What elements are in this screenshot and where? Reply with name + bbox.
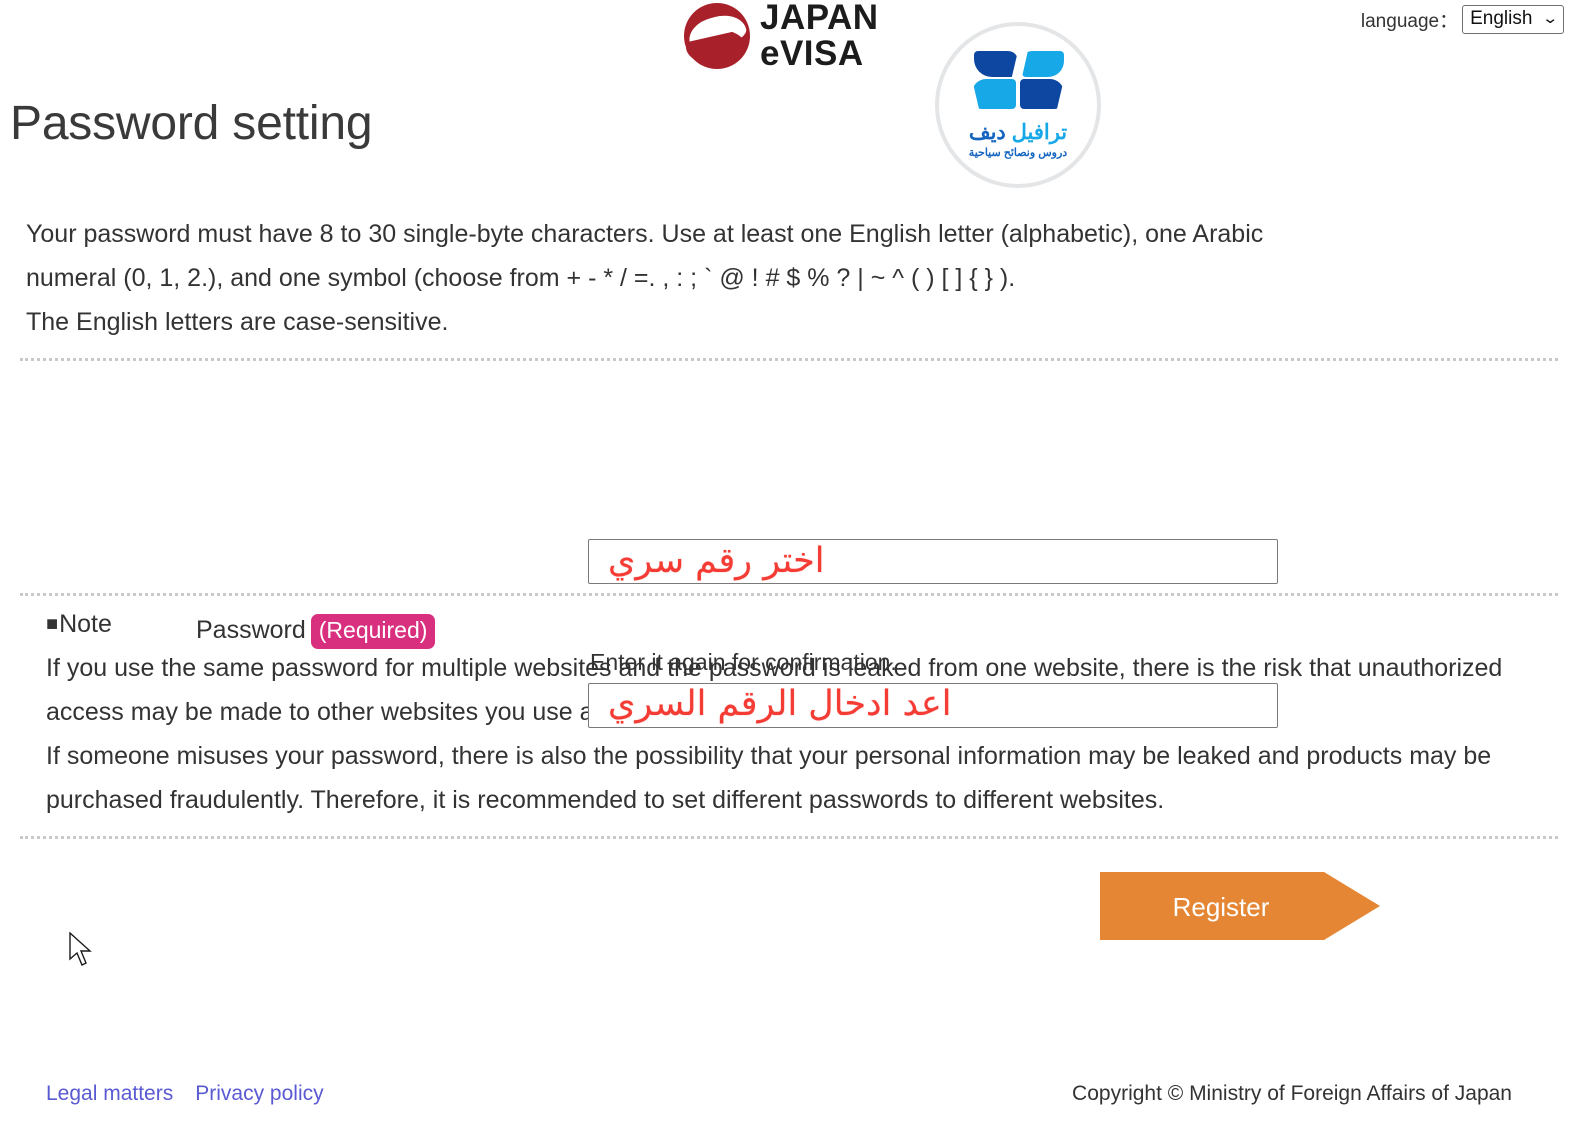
password-input[interactable] xyxy=(588,539,1278,584)
page-title: Password setting xyxy=(10,97,373,150)
language-select[interactable]: English ⌄ xyxy=(1462,5,1564,34)
watermark-subtitle: دروس ونصائح سياحية xyxy=(968,147,1068,160)
action-area: Register xyxy=(0,839,1578,955)
page-footer: Legal matters Privacy policy Copyright ©… xyxy=(0,1052,1578,1124)
legal-matters-link[interactable]: Legal matters xyxy=(46,1082,173,1106)
register-button[interactable]: Register xyxy=(1100,872,1380,940)
required-badge: (Required) xyxy=(310,614,436,649)
travel-def-watermark: ترافيل ديف دروس ونصائح سياحية xyxy=(935,22,1101,188)
password-rules-line-2: numeral (0, 1, 2.), and one symbol (choo… xyxy=(26,264,1016,292)
brand-wordmark: JAPAN eVISA xyxy=(760,0,879,71)
japan-evisa-logo-icon xyxy=(684,2,750,69)
page-header: JAPAN eVISA ترافيل ديف دروس ونصائح سياحي… xyxy=(0,0,1578,190)
password-confirm-field-wrap xyxy=(588,683,1278,728)
brand-line-2: eVISA xyxy=(760,33,864,73)
watermark-title: ترافيل ديف xyxy=(969,121,1067,144)
brand-line-1: JAPAN xyxy=(760,0,879,37)
password-label: Password xyxy=(196,616,306,644)
travel-def-logo-icon xyxy=(970,50,1066,117)
note-paragraph-2: If someone misuses your password, there … xyxy=(46,742,1492,814)
password-rules-line-3: The English letters are case-sensitive. xyxy=(26,308,449,336)
language-select-value: English xyxy=(1470,8,1533,29)
japan-evisa-brand: JAPAN eVISA xyxy=(684,0,879,71)
note-heading-label: Note xyxy=(59,610,112,638)
password-confirm-input[interactable] xyxy=(588,683,1278,728)
password-form-row: Password (Required) اختر رقم سري Enter it… xyxy=(0,361,1578,728)
language-switcher: language： English ⌄ xyxy=(1361,5,1564,34)
chevron-down-icon: ⌄ xyxy=(1542,10,1560,28)
language-label: language： xyxy=(1360,10,1459,32)
copyright-text: Copyright © Ministry of Foreign Affairs … xyxy=(1072,1082,1512,1105)
footer-links: Legal matters Privacy policy xyxy=(46,1082,324,1106)
main-content: Your password must have 8 to 30 single-b… xyxy=(0,190,1578,955)
watermark-title-part1: ترافيل xyxy=(1011,120,1068,144)
password-field-wrap xyxy=(588,539,1278,584)
password-label-cell: Password (Required) xyxy=(196,614,436,649)
password-rules: Your password must have 8 to 30 single-b… xyxy=(0,190,1578,344)
confirm-hint: Enter it again for confirmation. xyxy=(590,649,897,675)
password-rules-line-1: Your password must have 8 to 30 single-b… xyxy=(26,220,1264,248)
watermark-title-part2: ديف xyxy=(968,120,1006,144)
square-bullet-icon: ■ xyxy=(46,613,59,635)
privacy-policy-link[interactable]: Privacy policy xyxy=(195,1082,323,1106)
